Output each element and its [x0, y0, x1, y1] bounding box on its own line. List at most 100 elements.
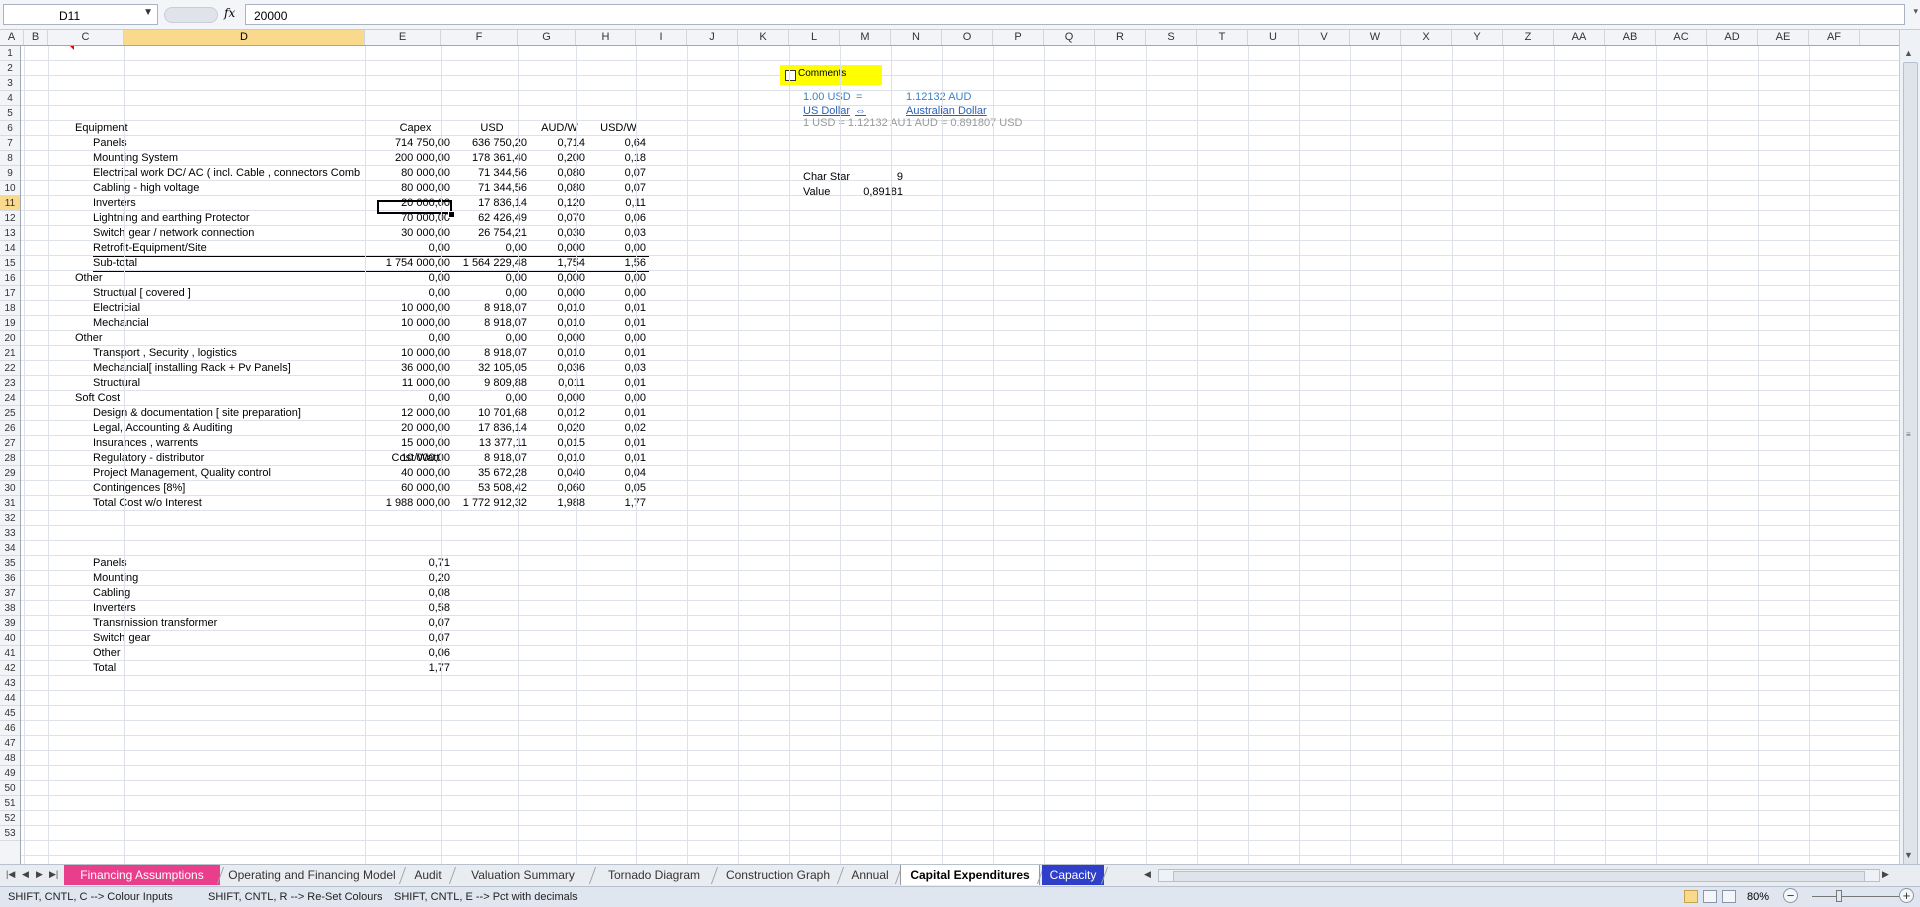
row-header-44[interactable]: 44: [0, 691, 20, 706]
row-header-5[interactable]: 5: [0, 106, 20, 121]
row-header-35[interactable]: 35: [0, 556, 20, 571]
tab-annual[interactable]: Annual: [842, 865, 898, 885]
formula-input[interactable]: 20000: [245, 4, 1905, 25]
row-header-14[interactable]: 14: [0, 241, 20, 256]
row-header-11[interactable]: 11: [0, 196, 20, 211]
row-header-51[interactable]: 51: [0, 796, 20, 811]
row-header-21[interactable]: 21: [0, 346, 20, 361]
column-header-h[interactable]: H: [576, 30, 636, 45]
row-header-53[interactable]: 53: [0, 826, 20, 841]
column-header-j[interactable]: J: [687, 30, 738, 45]
zoom-level[interactable]: 80%: [1747, 891, 1769, 903]
zoom-slider-thumb[interactable]: [1836, 890, 1843, 902]
column-header-z[interactable]: Z: [1503, 30, 1554, 45]
column-header-w[interactable]: W: [1350, 30, 1401, 45]
row-header-34[interactable]: 34: [0, 541, 20, 556]
row-header-4[interactable]: 4: [0, 91, 20, 106]
fx-icon[interactable]: fx: [224, 6, 235, 20]
row-header-19[interactable]: 19: [0, 316, 20, 331]
last-sheet-icon[interactable]: ▶|: [49, 869, 58, 880]
column-header-p[interactable]: P: [993, 30, 1044, 45]
checkbox-icon[interactable]: [785, 70, 796, 81]
row-header-13[interactable]: 13: [0, 226, 20, 241]
name-box[interactable]: D11 ▼: [3, 4, 158, 25]
comments-checkbox-control[interactable]: Comments: [780, 65, 882, 85]
column-header-u[interactable]: U: [1248, 30, 1299, 45]
tab-financing-assumptions[interactable]: Financing Assumptions: [64, 865, 220, 885]
expand-formula-bar-icon[interactable]: ▾: [1913, 6, 1918, 17]
row-header-8[interactable]: 8: [0, 151, 20, 166]
row-header-18[interactable]: 18: [0, 301, 20, 316]
column-header-n[interactable]: N: [891, 30, 942, 45]
tab-capital-expenditures[interactable]: Capital Expenditures: [900, 865, 1040, 885]
row-header-31[interactable]: 31: [0, 496, 20, 511]
row-header-9[interactable]: 9: [0, 166, 20, 181]
zoom-out-icon[interactable]: −: [1783, 888, 1798, 903]
tab-capacity[interactable]: Capacity: [1042, 865, 1104, 885]
row-header-43[interactable]: 43: [0, 676, 20, 691]
row-header-7[interactable]: 7: [0, 136, 20, 151]
column-header-f[interactable]: F: [441, 30, 518, 45]
row-header-17[interactable]: 17: [0, 286, 20, 301]
row-header-52[interactable]: 52: [0, 811, 20, 826]
row-header-41[interactable]: 41: [0, 646, 20, 661]
row-header-24[interactable]: 24: [0, 391, 20, 406]
vertical-scrollbar[interactable]: ▲ ≡ ▼: [1899, 30, 1920, 869]
column-header-y[interactable]: Y: [1452, 30, 1503, 45]
row-header-49[interactable]: 49: [0, 766, 20, 781]
row-header-22[interactable]: 22: [0, 361, 20, 376]
column-header-s[interactable]: S: [1146, 30, 1197, 45]
column-header-ac[interactable]: AC: [1656, 30, 1707, 45]
worksheet-grid[interactable]: Comments Equipment Capex USD AUD/W USD/W…: [21, 46, 1899, 864]
row-header-47[interactable]: 47: [0, 736, 20, 751]
column-header-c[interactable]: C: [48, 30, 124, 45]
row-header-6[interactable]: 6: [0, 121, 20, 136]
column-header-x[interactable]: X: [1401, 30, 1452, 45]
column-header-b[interactable]: B: [24, 30, 48, 45]
column-header-r[interactable]: R: [1095, 30, 1146, 45]
column-header-t[interactable]: T: [1197, 30, 1248, 45]
row-header-36[interactable]: 36: [0, 571, 20, 586]
row-header-50[interactable]: 50: [0, 781, 20, 796]
row-header-38[interactable]: 38: [0, 601, 20, 616]
fill-handle[interactable]: [448, 211, 455, 218]
column-header-ab[interactable]: AB: [1605, 30, 1656, 45]
column-header-k[interactable]: K: [738, 30, 789, 45]
column-header-l[interactable]: L: [789, 30, 840, 45]
zoom-in-icon[interactable]: +: [1899, 888, 1914, 903]
column-header-ad[interactable]: AD: [1707, 30, 1758, 45]
row-header-39[interactable]: 39: [0, 616, 20, 631]
tab-operating-and-financing-model[interactable]: Operating and Financing Model: [222, 865, 402, 885]
column-header-v[interactable]: V: [1299, 30, 1350, 45]
row-header-16[interactable]: 16: [0, 271, 20, 286]
tab-valuation-summary[interactable]: Valuation Summary: [454, 865, 592, 885]
row-header-48[interactable]: 48: [0, 751, 20, 766]
next-sheet-icon[interactable]: ▶: [36, 869, 43, 880]
row-header-26[interactable]: 26: [0, 421, 20, 436]
row-header-2[interactable]: 2: [0, 61, 20, 76]
column-header-aa[interactable]: AA: [1554, 30, 1605, 45]
column-header-ae[interactable]: AE: [1758, 30, 1809, 45]
prev-sheet-icon[interactable]: ◀: [22, 869, 29, 880]
column-header-af[interactable]: AF: [1809, 30, 1860, 45]
row-header-25[interactable]: 25: [0, 406, 20, 421]
row-header-42[interactable]: 42: [0, 661, 20, 676]
row-header-37[interactable]: 37: [0, 586, 20, 601]
row-header-33[interactable]: 33: [0, 526, 20, 541]
tab-construction-graph[interactable]: Construction Graph: [716, 865, 840, 885]
row-header-46[interactable]: 46: [0, 721, 20, 736]
row-header-3[interactable]: 3: [0, 76, 20, 91]
row-header-1[interactable]: 1: [0, 46, 20, 61]
tab-tornado-diagram[interactable]: Tornado Diagram: [594, 865, 714, 885]
column-header-i[interactable]: I: [636, 30, 687, 45]
tab-audit[interactable]: Audit: [404, 865, 452, 885]
page-break-view-icon[interactable]: [1722, 890, 1736, 903]
scroll-up-icon[interactable]: ▲: [1904, 48, 1913, 58]
scroll-right-icon[interactable]: ▶: [1882, 869, 1889, 880]
zoom-slider-track[interactable]: [1812, 896, 1902, 897]
normal-view-icon[interactable]: [1684, 890, 1698, 903]
row-header-23[interactable]: 23: [0, 376, 20, 391]
row-header-45[interactable]: 45: [0, 706, 20, 721]
row-header-32[interactable]: 32: [0, 511, 20, 526]
tab-scroll-left-icon[interactable]: ◀: [1144, 869, 1151, 880]
